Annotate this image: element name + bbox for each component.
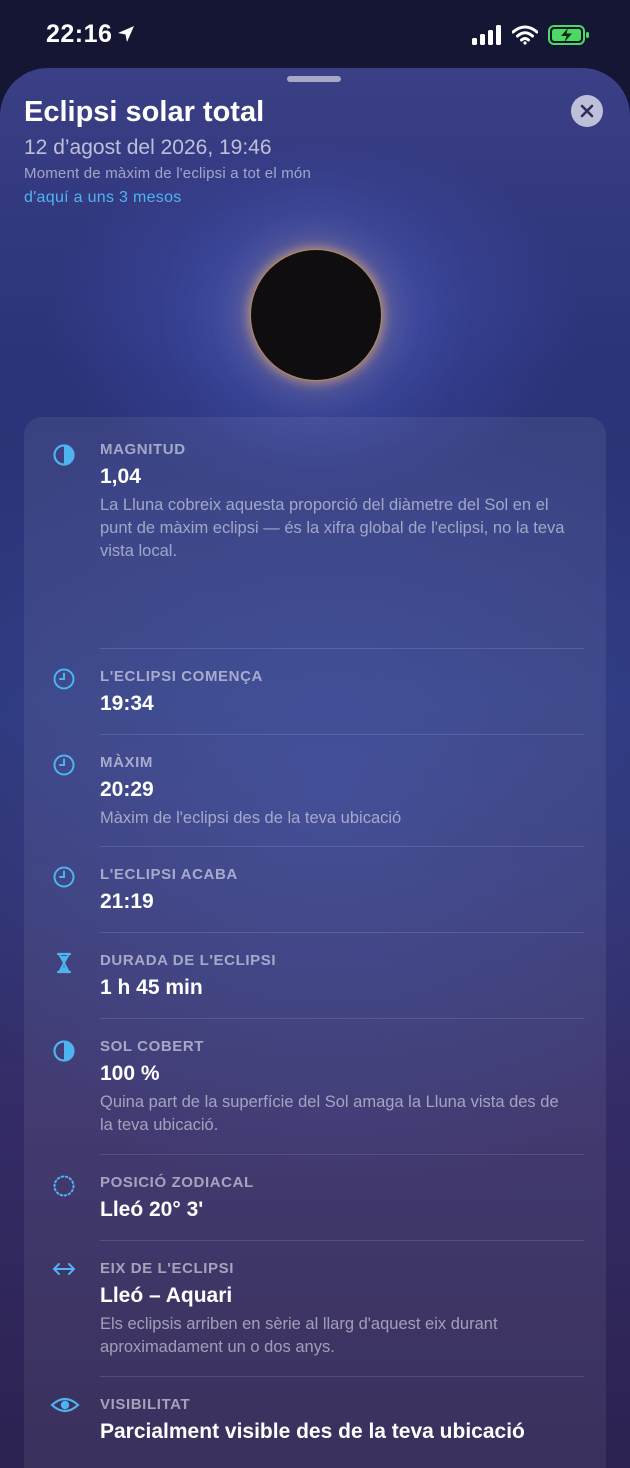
detail-value: 20:29	[100, 778, 154, 801]
relative-time: d'aquí a uns 3 mesos	[24, 189, 182, 206]
axis-arrows-icon	[53, 1263, 75, 1275]
detail-value: 19:34	[100, 692, 154, 715]
close-icon	[580, 104, 594, 118]
detail-note: Quina part de la superfície del Sol amag…	[100, 1093, 559, 1134]
detail-value: 21:19	[100, 890, 154, 913]
detail-label: DURADA DE L'ECLIPSI	[100, 952, 277, 969]
eclipse-description: Moment de màxim de l'eclipsi a tot el mó…	[24, 165, 312, 182]
battery-charging-icon	[548, 25, 589, 45]
eclipse-datetime: 12 d’agost del 2026, 19:46	[24, 136, 272, 159]
eclipse-detail-sheet: Eclipsi solar total 12 d’agost del 2026,…	[0, 68, 630, 1468]
clock-icon	[53, 754, 75, 776]
detail-value: 1 h 45 min	[100, 976, 203, 999]
row-separator	[100, 1240, 584, 1241]
detail-label: MÀXIM	[100, 754, 153, 771]
detail-value: Lleó – Aquari	[100, 1284, 233, 1307]
row-separator	[100, 1154, 584, 1155]
detail-label: L'ECLIPSI COMENÇA	[100, 668, 263, 685]
status-time: 22:16	[46, 20, 113, 48]
dotted-circle-icon	[53, 1175, 75, 1197]
details-card: MAGNITUD 1,04 La Lluna cobreix aquesta p…	[24, 417, 606, 1468]
close-button[interactable]	[571, 95, 603, 127]
detail-note: Màxim de l'eclipsi des de la teva ubicac…	[100, 809, 402, 827]
detail-value: Lleó 20° 3'	[100, 1198, 204, 1221]
detail-value: 100 %	[100, 1062, 160, 1085]
eye-icon	[50, 1397, 80, 1413]
detail-note: Els eclipsis arriben en sèrie al llarg d…	[100, 1315, 498, 1356]
row-separator	[100, 648, 584, 649]
detail-label: VISIBILITAT	[100, 1396, 191, 1413]
detail-note: La Lluna cobreix aquesta proporció del d…	[100, 496, 565, 560]
location-arrow-icon	[118, 26, 134, 42]
status-bar: 22:16	[0, 0, 630, 70]
detail-label: EIX DE L'ECLIPSI	[100, 1260, 235, 1277]
cellular-signal-icon	[472, 25, 501, 45]
row-separator	[100, 932, 584, 933]
detail-value: Parcialment visible des de la teva ubica…	[100, 1420, 525, 1443]
clock-icon	[53, 866, 75, 888]
sheet-grabber[interactable]	[287, 76, 341, 82]
detail-label: L'ECLIPSI ACABA	[100, 866, 238, 883]
hourglass-icon	[56, 952, 72, 974]
row-separator	[100, 1018, 584, 1019]
detail-label: POSICIÓ ZODIACAL	[100, 1174, 254, 1191]
wifi-icon	[512, 25, 538, 45]
half-circle-icon	[53, 1040, 75, 1062]
detail-value: 1,04	[100, 465, 141, 488]
row-separator	[100, 1376, 584, 1377]
sheet-title: Eclipsi solar total	[24, 96, 265, 128]
row-separator	[100, 846, 584, 847]
eclipse-illustration	[250, 249, 382, 381]
detail-label: SOL COBERT	[100, 1038, 205, 1055]
half-circle-icon	[53, 444, 75, 466]
clock-icon	[53, 668, 75, 690]
row-separator	[100, 734, 584, 735]
detail-label: MAGNITUD	[100, 441, 186, 458]
